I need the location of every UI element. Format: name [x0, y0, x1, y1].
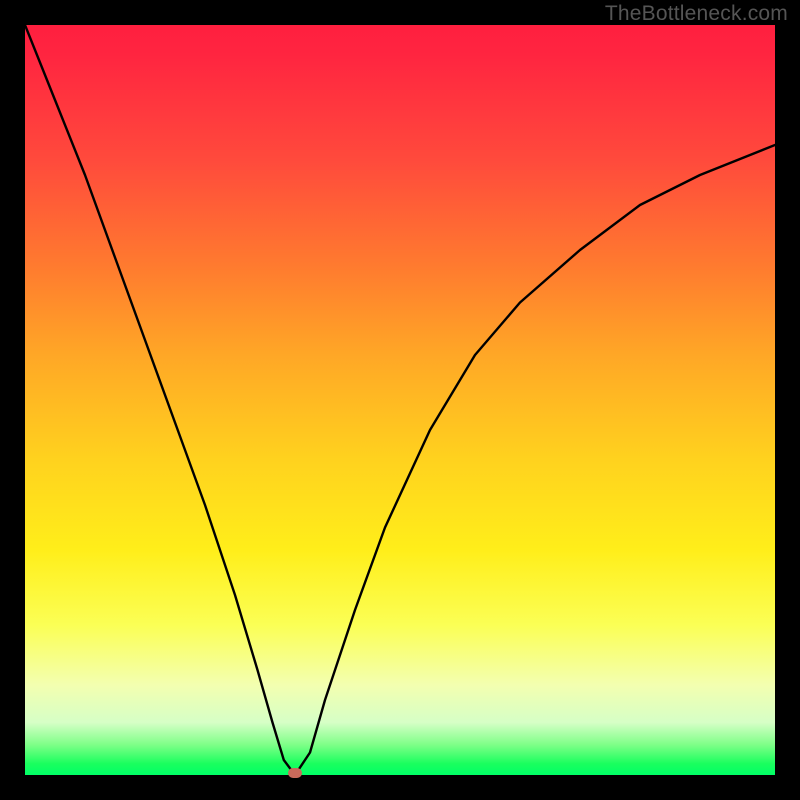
plot-area: [25, 25, 775, 775]
optimal-point-marker: [288, 768, 302, 778]
watermark-text: TheBottleneck.com: [605, 2, 788, 26]
bottleneck-curve: [25, 25, 775, 775]
chart-frame: TheBottleneck.com: [0, 0, 800, 800]
curve-layer: [25, 25, 775, 775]
